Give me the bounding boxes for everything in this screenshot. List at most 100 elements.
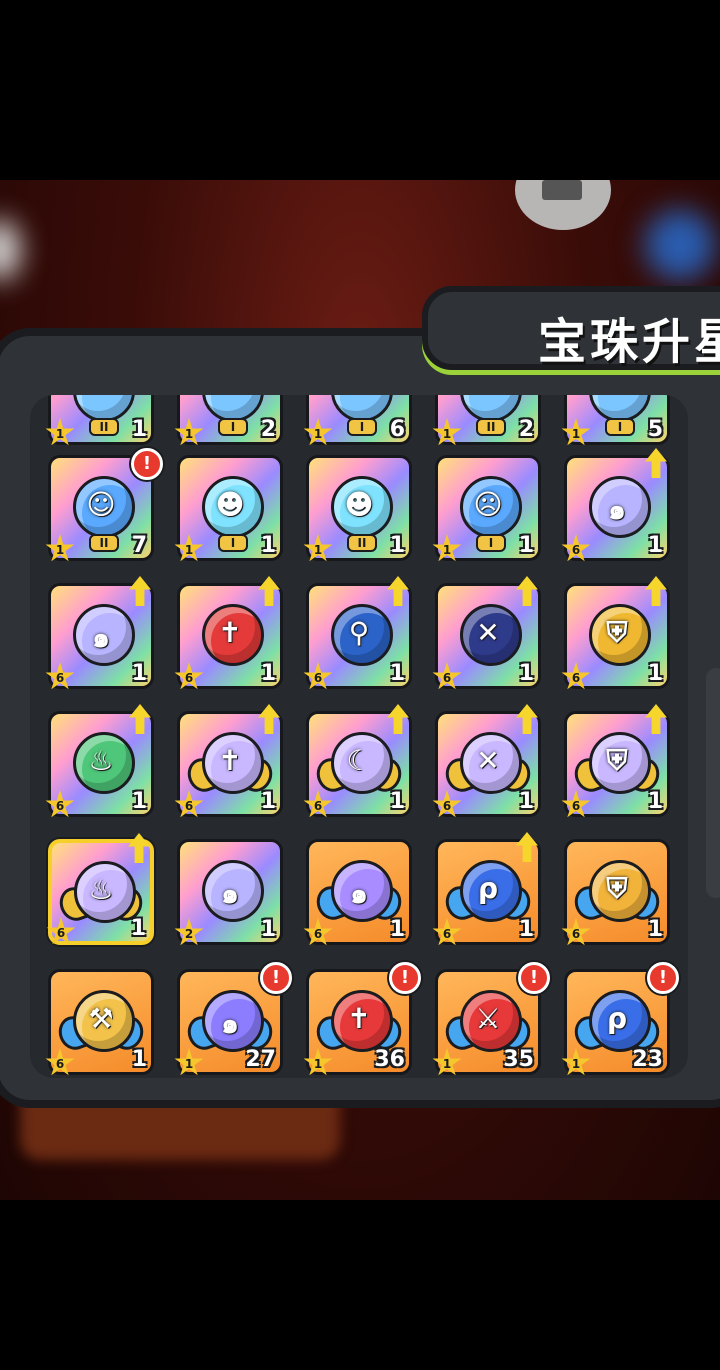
item-count: 1 [647, 533, 663, 558]
star-level-badge: 1 [303, 418, 333, 446]
side-scroll-handle[interactable] [706, 668, 720, 898]
orb-card[interactable]: ๑2 1 [174, 839, 283, 946]
upgrade-arrow-icon [516, 704, 538, 734]
orb-symbol: ✕ [476, 616, 500, 649]
item-count: 23 [632, 1047, 663, 1072]
orb-symbol: ☻ [344, 488, 374, 521]
orb-card[interactable]: ⛨ 6 1 [561, 704, 670, 818]
item-count: 1 [260, 661, 276, 686]
orb-card[interactable]: ρ6 1 [432, 832, 541, 946]
orb-card[interactable]: ๑ 1 27! [174, 962, 292, 1076]
item-count: 2 [518, 417, 534, 442]
orb-card[interactable]: ✝ 6 1 [174, 576, 283, 690]
item-count: 27 [245, 1047, 276, 1072]
star-level-badge: 1 [303, 1048, 333, 1076]
star-level-badge: 6 [561, 918, 591, 946]
orb-grid[interactable]: II 1 1 I 1 2 I 1 6 II 1 2 I 1 5 ☺ II 1 7! ☻ I 1 1 ☻ II 1 1 ☹ I 1 1 ๑ 6 1 ๑… [30, 395, 688, 1078]
orb-card[interactable]: ⚲ 6 1 [303, 576, 412, 690]
orb-symbol: ⛨ [606, 744, 628, 777]
orb-card[interactable]: ☾ 6 1 [303, 704, 412, 818]
item-count: 1 [647, 789, 663, 814]
item-count: 1 [518, 661, 534, 686]
upgrade-arrow-icon [645, 576, 667, 606]
star-level-badge: 1 [303, 534, 333, 562]
star-level-badge: 6 [561, 534, 591, 562]
orb-card[interactable]: I1 2 [174, 395, 283, 446]
star-level-badge: 6 [303, 662, 333, 690]
upgrade-arrow-icon [645, 448, 667, 478]
star-level-badge: 6 [45, 1048, 75, 1076]
orb-card[interactable]: ♨ 6 1 [45, 704, 154, 818]
upgrade-arrow-icon [387, 576, 409, 606]
item-count: 5 [647, 417, 663, 442]
upgrade-arrow-icon [258, 704, 280, 734]
star-level-badge: 1 [174, 418, 204, 446]
star-level-badge: 6 [432, 662, 462, 690]
alert-badge: ! [260, 962, 292, 994]
orb-card[interactable]: ๑6 1 [45, 576, 154, 690]
orb-card[interactable]: I1 5 [561, 395, 670, 446]
orb-card[interactable]: ⚒ 6 1 [45, 969, 154, 1076]
tier-badge: I [218, 534, 248, 552]
star-level-badge: 6 [561, 790, 591, 818]
star-level-badge: 6 [174, 662, 204, 690]
star-level-badge: 1 [432, 418, 462, 446]
orb-card[interactable]: ☻ II 1 1 [303, 455, 412, 562]
item-count: 36 [374, 1047, 405, 1072]
orb-card[interactable]: ρ 1 23! [561, 962, 679, 1076]
orb-symbol: ρ [477, 872, 499, 905]
star-level-badge: 1 [561, 418, 591, 446]
orb-symbol: ✝ [218, 744, 242, 777]
upgrade-arrow-icon [128, 833, 150, 863]
tier-badge: II [89, 534, 119, 552]
item-count: 1 [131, 417, 147, 442]
item-count: 1 [389, 533, 405, 558]
orb-symbol: ♨ [88, 873, 114, 906]
tier-badge: I [476, 534, 506, 552]
orb-card[interactable]: ☹ I 1 1 [432, 455, 541, 562]
orb-card[interactable]: I1 6 [303, 395, 412, 446]
star-level-badge: 6 [432, 790, 462, 818]
orb-symbol: ρ [606, 1002, 628, 1035]
upgrade-arrow-icon [258, 576, 280, 606]
item-count: 1 [518, 533, 534, 558]
upgrade-arrow-icon [129, 576, 151, 606]
item-count: 1 [131, 789, 147, 814]
orb-symbol: ✝ [218, 616, 242, 649]
star-level-badge: 1 [174, 1048, 204, 1076]
orb-card[interactable]: ✕ 6 1 [432, 576, 541, 690]
orb-symbol: ๑ [221, 1007, 239, 1040]
item-count: 1 [647, 917, 663, 942]
title-tab: 宝珠升星 [422, 286, 720, 370]
orb-symbol: ✝ [347, 1002, 371, 1035]
orb-card[interactable]: ✝ 1 36! [303, 962, 421, 1076]
orb-symbol: ⛨ [606, 872, 628, 905]
item-count: 1 [647, 661, 663, 686]
orb-card[interactable]: ⛨ 6 1 [561, 839, 670, 946]
tier-badge: I [218, 418, 248, 436]
orb-symbol: ๑ [350, 877, 368, 910]
orb-card[interactable]: II 1 2 [432, 395, 541, 446]
orb-card[interactable]: ๑6 1 [561, 448, 670, 562]
star-level-badge: 1 [432, 1048, 462, 1076]
orb-card[interactable]: ☺ II 1 7! [45, 448, 163, 562]
star-level-badge: 6 [561, 662, 591, 690]
orb-card[interactable]: ♨ 6 1 [46, 833, 154, 945]
upgrade-arrow-icon [516, 576, 538, 606]
star-level-badge: 1 [561, 1048, 591, 1076]
star-level-badge: 6 [303, 918, 333, 946]
tier-badge: I [347, 418, 377, 436]
item-count: 1 [518, 789, 534, 814]
orb-card[interactable]: ⛨ 6 1 [561, 576, 670, 690]
orb-card[interactable]: ๑6 1 [303, 839, 412, 946]
orb-card[interactable]: ☻ I 1 1 [174, 455, 283, 562]
orb-card[interactable]: II 1 1 [45, 395, 154, 446]
orb-card[interactable]: ✕ 6 1 [432, 704, 541, 818]
orb-card[interactable]: ⚔ 1 35! [432, 962, 550, 1076]
orb-card[interactable]: ✝ 6 1 [174, 704, 283, 818]
star-level-badge: 1 [432, 534, 462, 562]
item-count: 1 [260, 533, 276, 558]
orb-symbol: ✕ [476, 744, 500, 777]
item-count: 7 [131, 533, 147, 558]
orb-symbol: ☻ [215, 488, 245, 521]
